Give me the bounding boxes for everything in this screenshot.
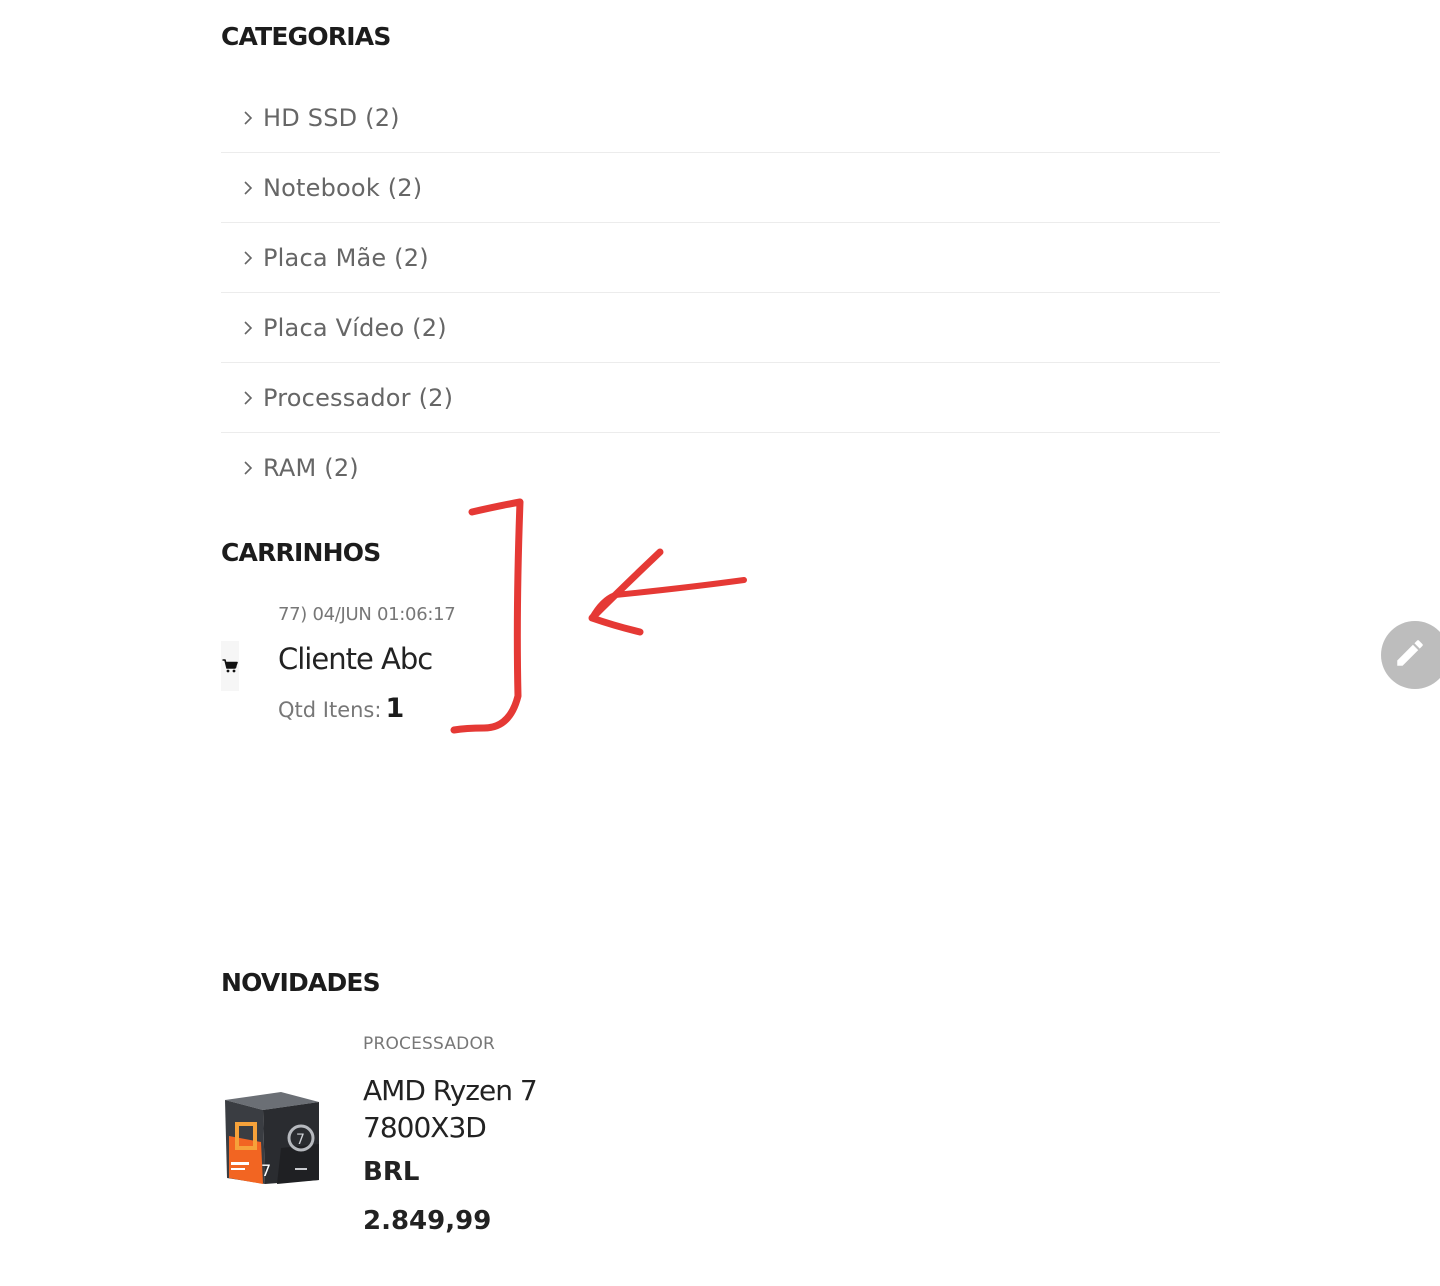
cart-date: 77) 04/JUN 01:06:17 <box>278 604 456 625</box>
chevron-right-icon <box>237 460 259 476</box>
category-item-placa-mae[interactable]: Placa Mãe (2) <box>221 223 1220 293</box>
category-label: Processador (2) <box>263 383 454 412</box>
category-item-processador[interactable]: Processador (2) <box>221 363 1220 433</box>
category-label: Placa Vídeo (2) <box>263 313 447 342</box>
chevron-right-icon <box>237 390 259 406</box>
chevron-right-icon <box>237 180 259 196</box>
product-category: PROCESSADOR <box>363 1034 496 1054</box>
chevron-right-icon <box>237 250 259 266</box>
pencil-icon <box>1393 636 1427 675</box>
cart-client-link[interactable]: Cliente Abc <box>278 642 433 676</box>
cart-icon[interactable] <box>221 641 239 691</box>
category-label: HD SSD (2) <box>263 103 400 132</box>
product-name-link[interactable]: AMD Ryzen 7 7800X3D <box>363 1072 543 1146</box>
svg-text:7: 7 <box>261 1161 271 1180</box>
cart-qty-value: 1 <box>385 693 405 724</box>
chevron-right-icon <box>237 110 259 126</box>
category-item-notebook[interactable]: Notebook (2) <box>221 153 1220 223</box>
category-item-hd-ssd[interactable]: HD SSD (2) <box>221 83 1220 153</box>
cart-item-count: Qtd Itens: 1 <box>278 693 404 724</box>
category-list: HD SSD (2) Notebook (2) Placa Mãe (2) Pl… <box>221 83 1220 503</box>
carts-title: CARRINHOS <box>221 538 381 567</box>
product-box-image[interactable]: 7 7 <box>221 1088 323 1188</box>
cart-qty-label: Qtd Itens: <box>278 698 382 722</box>
category-label: RAM (2) <box>263 454 359 482</box>
svg-text:7: 7 <box>296 1132 305 1148</box>
news-title: NOVIDADES <box>221 968 381 997</box>
red-annotation-marks <box>450 498 747 734</box>
chevron-right-icon <box>237 320 259 336</box>
edit-fab-button[interactable] <box>1381 621 1440 689</box>
category-item-placa-video[interactable]: Placa Vídeo (2) <box>221 293 1220 363</box>
category-label: Notebook (2) <box>263 173 423 202</box>
category-label: Placa Mãe (2) <box>263 243 429 272</box>
product-price: 2.849,99 <box>363 1206 492 1236</box>
product-currency: BRL <box>363 1157 420 1187</box>
categories-title: CATEGORIAS <box>221 22 391 51</box>
